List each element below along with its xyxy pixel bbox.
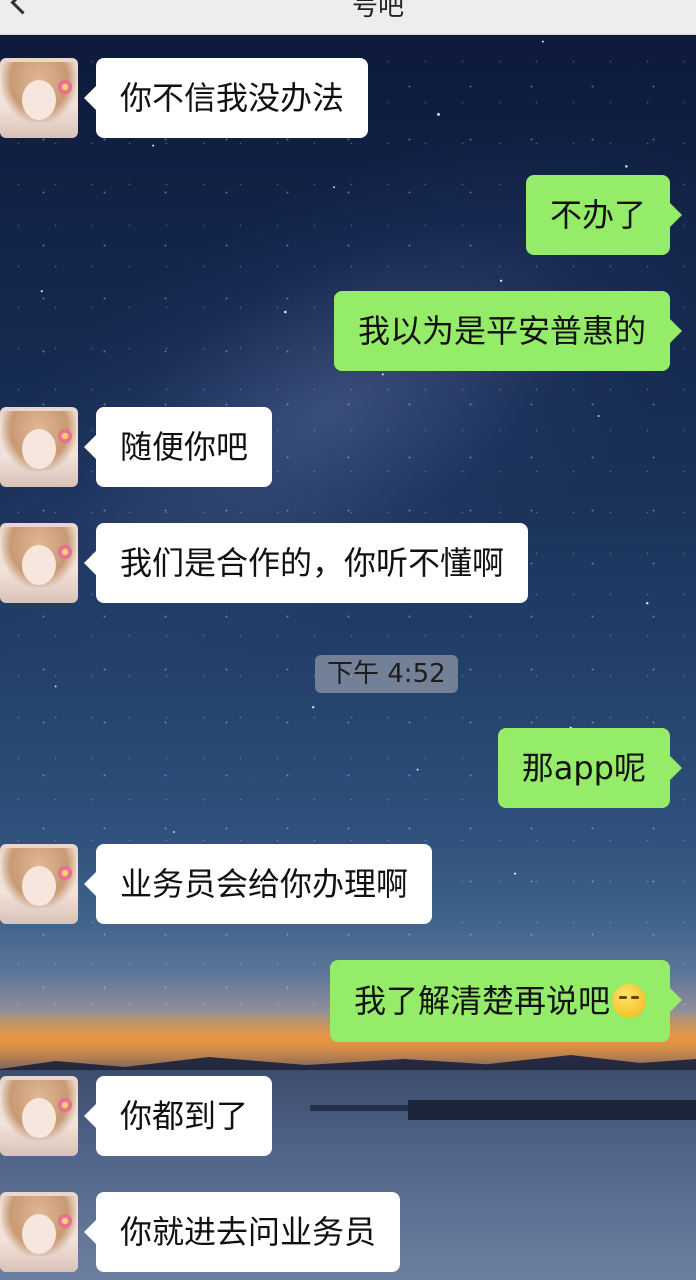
message-bubble[interactable]: 我们是合作的，你听不懂啊 xyxy=(83,523,529,603)
message-row: 不办了 xyxy=(525,175,683,255)
contact-avatar[interactable] xyxy=(0,523,78,603)
message-bubble[interactable]: 我了解清楚再说吧 xyxy=(329,960,683,1042)
message-bubble[interactable]: 那app呢 xyxy=(497,728,683,808)
message-bubble[interactable]: 不办了 xyxy=(525,175,683,255)
message-row: 你都到了 xyxy=(0,1076,273,1156)
message-bubble[interactable]: 你不信我没办法 xyxy=(83,58,369,138)
pier xyxy=(408,1100,696,1120)
message-text: 我了解清楚再说吧 xyxy=(353,982,610,1020)
message-row: 你不信我没办法 xyxy=(0,58,369,138)
chat-header: 号吧 xyxy=(0,0,696,35)
pier xyxy=(310,1105,420,1111)
chat-title: 号吧 xyxy=(352,0,405,22)
message-row: 你就进去问业务员 xyxy=(0,1192,401,1272)
message-row: 我了解清楚再说吧 xyxy=(329,960,683,1042)
message-bubble[interactable]: 你都到了 xyxy=(83,1076,273,1156)
message-row: 那app呢 xyxy=(497,728,683,808)
contact-avatar[interactable] xyxy=(0,58,78,138)
smirk-emoji-icon xyxy=(612,984,646,1018)
back-arrow-icon[interactable] xyxy=(10,0,35,15)
contact-avatar[interactable] xyxy=(0,844,78,924)
message-row: 业务员会给你办理啊 xyxy=(0,844,433,924)
message-row: 我以为是平安普惠的 xyxy=(333,291,683,371)
message-bubble[interactable]: 我以为是平安普惠的 xyxy=(333,291,683,371)
timestamp: 下午 4:52 xyxy=(315,655,458,693)
message-bubble[interactable]: 随便你吧 xyxy=(83,407,273,487)
message-row: 随便你吧 xyxy=(0,407,273,487)
contact-avatar[interactable] xyxy=(0,1076,78,1156)
message-row: 我们是合作的，你听不懂啊 xyxy=(0,523,529,603)
contact-avatar[interactable] xyxy=(0,1192,78,1272)
message-bubble[interactable]: 你就进去问业务员 xyxy=(83,1192,401,1272)
contact-avatar[interactable] xyxy=(0,407,78,487)
message-bubble[interactable]: 业务员会给你办理啊 xyxy=(83,844,433,924)
